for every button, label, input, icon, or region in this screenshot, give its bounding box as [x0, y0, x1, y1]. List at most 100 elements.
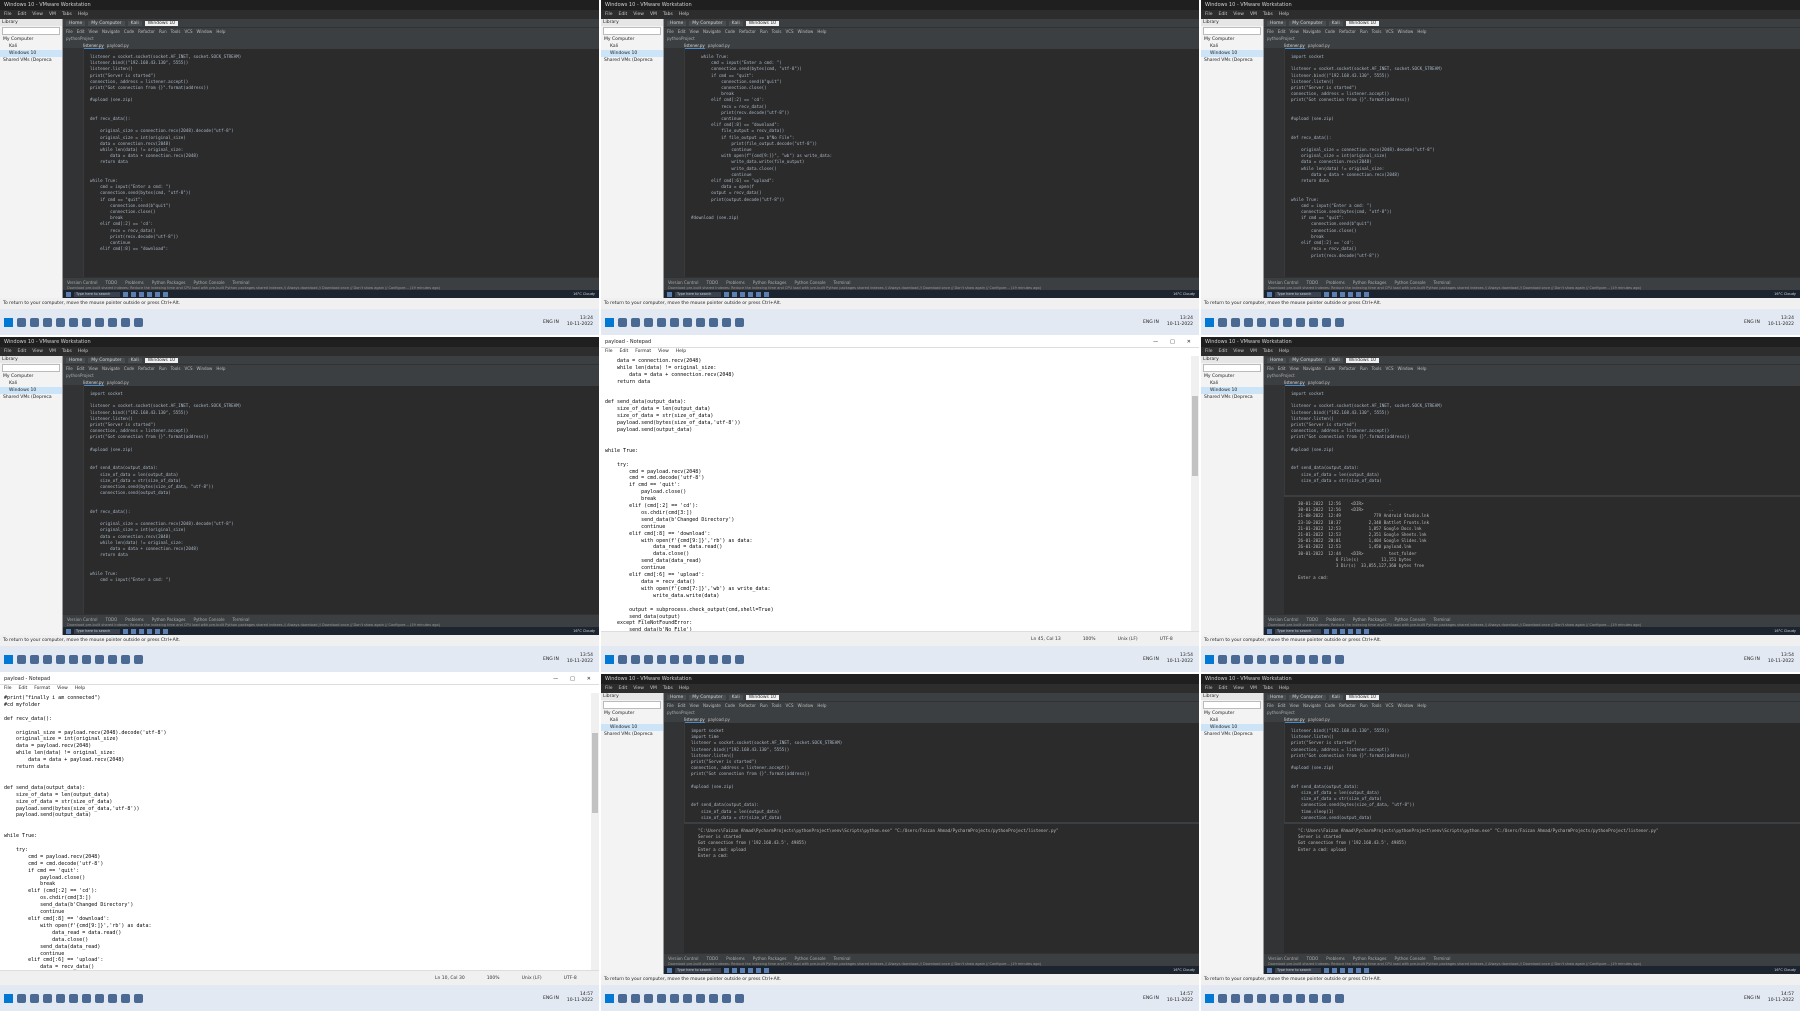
- ide-tool-tab[interactable]: Version Control: [67, 617, 97, 622]
- ide-menu-item[interactable]: Navigate: [102, 366, 120, 371]
- language-indicator[interactable]: ENG IN: [1143, 996, 1159, 1001]
- vscode-icon[interactable]: [696, 654, 705, 664]
- guest-app-icon[interactable]: [1348, 291, 1353, 297]
- guest-start-icon[interactable]: [66, 291, 71, 297]
- chrome-icon[interactable]: [1270, 993, 1279, 1003]
- task-view-icon[interactable]: [1231, 654, 1240, 664]
- ide-menu-item[interactable]: Code: [725, 29, 735, 34]
- file-explorer-icon[interactable]: [644, 993, 653, 1003]
- vmware-menu-item[interactable]: Edit: [1219, 10, 1228, 19]
- brave-icon[interactable]: [1283, 993, 1292, 1003]
- ide-menu-item[interactable]: File: [66, 29, 73, 34]
- whatsapp-icon[interactable]: [121, 317, 130, 327]
- language-indicator[interactable]: ENG IN: [543, 320, 559, 325]
- vmware-icon[interactable]: [1309, 654, 1318, 664]
- ide-tool-tab[interactable]: Version Control: [1268, 280, 1298, 285]
- search-icon[interactable]: [1218, 993, 1227, 1003]
- ide-menu-item[interactable]: VCS: [184, 366, 192, 371]
- file-explorer-icon[interactable]: [43, 317, 52, 327]
- guest-app-icon[interactable]: [732, 291, 737, 297]
- run-console[interactable]: "C:\Users\Faizan Ahmad\PycharmProjects\p…: [1284, 822, 1800, 953]
- edge-icon[interactable]: [56, 993, 65, 1003]
- library-item[interactable]: Kali: [1201, 717, 1263, 724]
- ide-menu-item[interactable]: View: [689, 29, 699, 34]
- edge-icon[interactable]: [56, 317, 65, 327]
- vmware-menu-item[interactable]: File: [4, 347, 12, 356]
- minimize-icon[interactable]: —: [553, 674, 558, 684]
- vmware-menu-item[interactable]: View: [633, 10, 644, 19]
- ide-menu-item[interactable]: Code: [124, 366, 134, 371]
- vm-tab[interactable]: Home: [667, 694, 687, 700]
- guest-start-icon[interactable]: [66, 628, 71, 634]
- ide-menu-item[interactable]: Tools: [171, 29, 181, 34]
- vmware-menu-item[interactable]: VM: [650, 684, 657, 693]
- guest-app-icon[interactable]: [131, 628, 136, 634]
- guest-app-icon[interactable]: [123, 291, 128, 297]
- guest-search-input[interactable]: Type here to search: [1275, 628, 1321, 634]
- notepad-icon[interactable]: [1335, 993, 1344, 1003]
- ide-menu-item[interactable]: Code: [1325, 366, 1335, 371]
- vmware-icon[interactable]: [1309, 317, 1318, 327]
- maximize-icon[interactable]: □: [570, 674, 575, 684]
- guest-app-icon[interactable]: [724, 967, 729, 973]
- start-icon[interactable]: [1205, 654, 1214, 664]
- task-view-icon[interactable]: [631, 993, 640, 1003]
- library-item[interactable]: My Computer: [0, 373, 62, 380]
- ide-menu-item[interactable]: View: [1289, 366, 1299, 371]
- search-icon[interactable]: [618, 993, 627, 1003]
- guest-app-icon[interactable]: [123, 628, 128, 634]
- ide-menu-item[interactable]: VCS: [1385, 703, 1393, 708]
- library-item[interactable]: Shared VMs (Depreca: [601, 731, 663, 738]
- guest-app-icon[interactable]: [1348, 967, 1353, 973]
- ide-menu-item[interactable]: VCS: [1385, 366, 1393, 371]
- brave-icon[interactable]: [1283, 654, 1292, 664]
- ide-menu-item[interactable]: Refactor: [1339, 703, 1356, 708]
- vmware-menu-item[interactable]: File: [1205, 684, 1213, 693]
- clock[interactable]: 13:54 10-11-2022: [567, 653, 593, 665]
- ide-menu-item[interactable]: Run: [1360, 29, 1368, 34]
- library-item[interactable]: My Computer: [1201, 373, 1263, 380]
- ide-menu-item[interactable]: Edit: [77, 366, 85, 371]
- library-item[interactable]: Windows 10: [1201, 387, 1263, 394]
- ide-menu-item[interactable]: Refactor: [138, 366, 155, 371]
- whatsapp-icon[interactable]: [722, 654, 731, 664]
- ide-tool-tab[interactable]: Problems: [125, 280, 143, 285]
- library-item[interactable]: Kali: [601, 43, 663, 50]
- notepad-menu-item[interactable]: View: [658, 348, 669, 356]
- language-indicator[interactable]: ENG IN: [1744, 996, 1760, 1001]
- run-console[interactable]: 30-01-2022 12:56 <DIR> . 30-01-2022 12:5…: [1284, 495, 1800, 614]
- vmware-menu-item[interactable]: Tabs: [663, 684, 673, 693]
- guest-start-icon[interactable]: [1267, 291, 1272, 297]
- vmware-menu-item[interactable]: VM: [49, 347, 56, 356]
- guest-app-icon[interactable]: [732, 967, 737, 973]
- guest-app-icon[interactable]: [1356, 291, 1361, 297]
- start-icon[interactable]: [4, 317, 13, 327]
- ide-tool-tab[interactable]: TODO: [1306, 280, 1318, 285]
- vm-tab[interactable]: My Computer: [1289, 20, 1326, 26]
- guest-search-input[interactable]: Type here to search: [74, 291, 120, 297]
- ide-tool-tab[interactable]: Terminal: [1434, 956, 1451, 961]
- vmware-menu-item[interactable]: Help: [1279, 10, 1289, 19]
- ide-menu-item[interactable]: Edit: [1278, 703, 1286, 708]
- start-icon[interactable]: [605, 993, 614, 1003]
- ide-tool-tab[interactable]: Python Console: [1395, 956, 1426, 961]
- edge-icon[interactable]: [1257, 317, 1266, 327]
- ide-menu-item[interactable]: Navigate: [703, 703, 721, 708]
- ide-tool-tab[interactable]: Terminal: [834, 956, 851, 961]
- whatsapp-icon[interactable]: [1322, 993, 1331, 1003]
- vm-tab[interactable]: Windows 10: [1345, 357, 1380, 363]
- guest-app-icon[interactable]: [147, 291, 152, 297]
- ide-tool-tab[interactable]: Terminal: [233, 280, 250, 285]
- vmware-menu-item[interactable]: Tabs: [62, 10, 72, 19]
- search-icon[interactable]: [1218, 317, 1227, 327]
- vscode-icon[interactable]: [1296, 993, 1305, 1003]
- vmware-menu-item[interactable]: VM: [650, 10, 657, 19]
- ide-menu-item[interactable]: Refactor: [1339, 29, 1356, 34]
- chrome-icon[interactable]: [670, 993, 679, 1003]
- vmware-icon[interactable]: [108, 993, 117, 1003]
- ide-menu-item[interactable]: Window: [798, 703, 814, 708]
- notepad-menu-item[interactable]: Edit: [620, 348, 629, 356]
- ide-menu-item[interactable]: Tools: [772, 29, 782, 34]
- library-search-input[interactable]: [2, 364, 60, 372]
- ide-menu-item[interactable]: Refactor: [739, 29, 756, 34]
